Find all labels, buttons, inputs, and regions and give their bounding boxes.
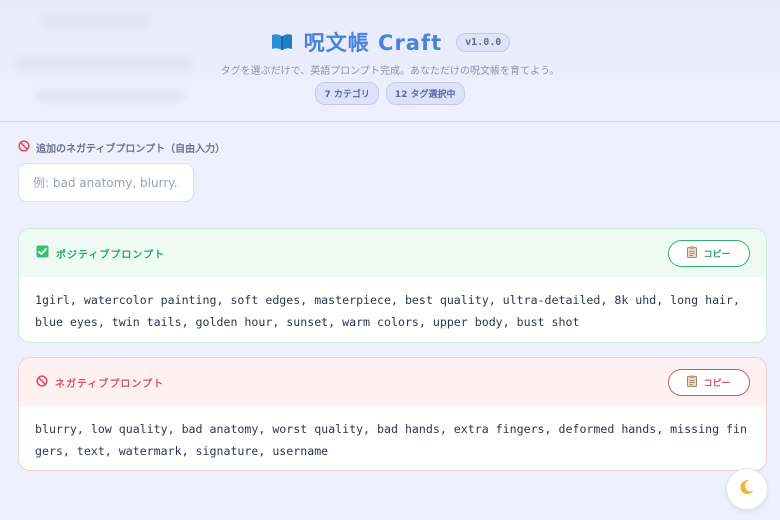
theme-toggle-button[interactable] [726, 468, 768, 510]
app-header: 呪文帳 Craft v1.0.0 タグを選ぶだけで、英語プロンプト完成。あなただ… [0, 0, 780, 122]
copy-positive-button[interactable]: コピー [668, 239, 750, 267]
moon-icon [738, 478, 756, 500]
book-icon [270, 32, 294, 52]
extra-negative-input[interactable] [18, 163, 194, 202]
no-entry-icon [18, 140, 30, 155]
no-entry-icon [36, 374, 48, 390]
negative-prompt-text: blurry, low quality, bad anatomy, worst … [35, 422, 747, 458]
positive-title-text: ポジティブプロンプト [56, 249, 166, 261]
check-icon [36, 245, 49, 261]
stats-badges: 7 カテゴリ 12 タグ選択中 [0, 82, 780, 105]
extra-negative-label-text: 追加のネガティブプロンプト（自由入力） [36, 144, 226, 155]
positive-prompt-text: 1girl, watercolor painting, soft edges, … [35, 293, 740, 329]
negative-card-title: ネガティブプロンプト [36, 374, 165, 390]
category-count-badge: 7 カテゴリ [315, 82, 379, 105]
blurred-background [40, 14, 150, 28]
selected-tags-badge: 12 タグ選択中 [385, 82, 465, 105]
positive-prompt-card: ポジティブプロンプト コピー 1girl, watercolor paintin… [18, 228, 767, 343]
copy-negative-label: コピー [703, 378, 731, 389]
clipboard-icon [687, 375, 698, 390]
negative-card-header: ネガティブプロンプト コピー [19, 358, 766, 406]
app-subtitle: タグを選ぶだけで、英語プロンプト完成。あなただけの呪文帳を育てよう。 [220, 66, 560, 77]
title-row: 呪文帳 Craft v1.0.0 [0, 27, 780, 57]
extra-negative-label: 追加のネガティブプロンプト（自由入力） [18, 140, 225, 155]
copy-negative-button[interactable]: コピー [668, 368, 750, 396]
positive-card-title: ポジティブプロンプト [36, 245, 165, 261]
copy-positive-label: コピー [703, 249, 731, 260]
negative-prompt-card: ネガティブプロンプト コピー blurry, low quality, bad … [18, 357, 767, 471]
version-badge: v1.0.0 [456, 32, 511, 52]
negative-title-text: ネガティブプロンプト [55, 378, 165, 390]
app-title: 呪文帳 Craft [303, 31, 443, 55]
clipboard-icon [687, 246, 698, 261]
positive-card-header: ポジティブプロンプト コピー [19, 229, 766, 277]
